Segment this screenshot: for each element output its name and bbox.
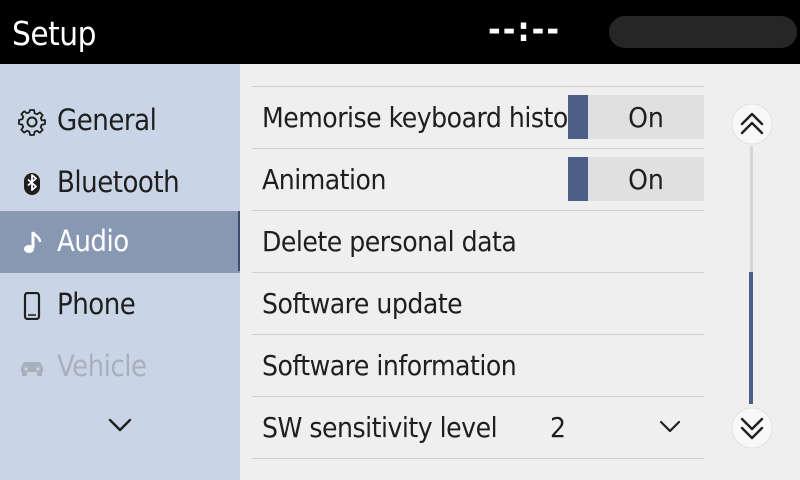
sidebar-item-label: Bluetooth	[57, 165, 180, 199]
sidebar-item-label: Audio	[57, 224, 129, 258]
bluetooth-icon	[18, 170, 46, 198]
sidebar: General Bluetooth Audio Phone Vehicle	[0, 64, 240, 480]
scrollbar-thumb[interactable]	[749, 272, 753, 404]
settings-row-memorise-keyboard-history[interactable]: Memorise keyboard history On	[252, 86, 704, 149]
scroll-down-button[interactable]	[728, 404, 776, 452]
sidebar-item-label: Vehicle	[57, 349, 147, 383]
sidebar-item-vehicle: Vehicle	[0, 336, 240, 398]
double-chevron-down-icon	[731, 407, 773, 449]
list-divider	[252, 458, 704, 459]
status-pill	[609, 16, 797, 48]
double-chevron-up-icon	[731, 103, 773, 145]
settings-row-delete-personal-data[interactable]: Delete personal data	[252, 210, 704, 273]
settings-list: Memorise keyboard history On Animation O…	[240, 64, 800, 480]
clock-display: --:--	[488, 10, 562, 50]
toggle-value: On	[628, 163, 664, 196]
sidebar-item-phone[interactable]: Phone	[0, 274, 240, 336]
scroll-up-button[interactable]	[728, 100, 776, 148]
music-note-icon	[18, 229, 46, 257]
sidebar-item-bluetooth[interactable]: Bluetooth	[0, 152, 240, 214]
car-icon	[18, 354, 46, 382]
row-label: Software information	[262, 349, 517, 382]
chevron-down-icon	[108, 418, 132, 432]
sidebar-item-label: General	[57, 103, 157, 137]
sidebar-item-label: Phone	[57, 287, 136, 321]
toggle-value: On	[628, 101, 664, 134]
phone-icon	[18, 291, 46, 321]
toggle-indicator	[568, 95, 588, 139]
toggle-animation[interactable]: On	[568, 157, 704, 201]
row-label: Memorise keyboard history	[262, 101, 592, 134]
sidebar-more-button[interactable]	[106, 413, 134, 437]
settings-row-software-information[interactable]: Software information	[252, 334, 704, 397]
sensitivity-value: 2	[550, 411, 567, 444]
gear-icon	[18, 108, 46, 136]
row-label: Software update	[262, 287, 463, 320]
row-label: Animation	[262, 163, 386, 196]
settings-row-software-update[interactable]: Software update	[252, 272, 704, 335]
row-label: Delete personal data	[262, 225, 517, 258]
sidebar-item-audio[interactable]: Audio	[0, 211, 240, 273]
page-title: Setup	[12, 14, 96, 53]
settings-row-animation[interactable]: Animation On	[252, 148, 704, 211]
row-label: SW sensitivity level	[262, 411, 498, 444]
toggle-indicator	[568, 157, 588, 201]
settings-row-sw-sensitivity-level[interactable]: SW sensitivity level 2	[252, 396, 704, 459]
chevron-down-icon[interactable]	[658, 417, 682, 437]
toggle-memorise-keyboard-history[interactable]: On	[568, 95, 704, 139]
header-bar: Setup --:--	[0, 0, 800, 64]
sidebar-item-general[interactable]: General	[0, 90, 240, 152]
